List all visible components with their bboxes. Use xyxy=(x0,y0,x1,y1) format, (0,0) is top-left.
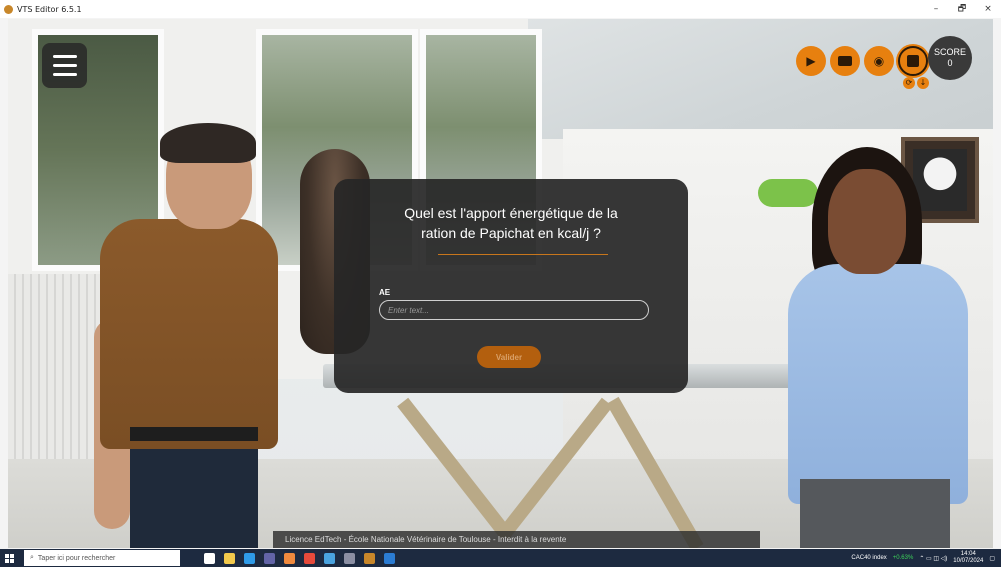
window-title: VTS Editor 6.5.1 xyxy=(17,4,82,14)
system-tray: CAC40 index +0.63% ⌃ ▭ ◫ ◁) 14:04 10/07/… xyxy=(851,549,995,567)
woman-character xyxy=(788,264,968,504)
man-character xyxy=(100,219,278,449)
score-label: SCORE xyxy=(933,47,966,57)
mini-controls: ⟳ ↓ xyxy=(903,77,929,89)
simulation-scene: ▶ ◉ ⟳ ↓ SCORE 0 Quel est l'apport énergé… xyxy=(8,19,993,548)
camera-icon: ◉ xyxy=(873,54,885,68)
app-logo-icon xyxy=(4,4,13,14)
score-badge: SCORE 0 xyxy=(928,36,972,80)
task-view-icon[interactable] xyxy=(204,552,215,564)
minimize-button[interactable]: – xyxy=(923,0,949,18)
notifications-icon[interactable]: ▢ xyxy=(989,555,995,562)
search-icon: ⌕ xyxy=(30,554,34,561)
question-text: Quel est l'apport énergétique de la rati… xyxy=(334,203,688,243)
wall-sticker xyxy=(758,179,818,207)
question-line-1: Quel est l'apport énergétique de la xyxy=(404,205,618,221)
chrome-icon[interactable] xyxy=(304,552,315,564)
clock-time: 14:04 xyxy=(960,551,976,557)
woman-head xyxy=(828,169,906,274)
answer-input[interactable] xyxy=(379,300,649,320)
video-camera-icon: ▶ xyxy=(806,54,816,68)
woman-skirt xyxy=(800,479,950,548)
camera-button[interactable]: ◉ xyxy=(864,46,894,76)
clock[interactable]: 14:04 10/07/2024 xyxy=(953,551,983,565)
rotate-icon: ⟳ xyxy=(905,78,913,87)
close-button[interactable]: × xyxy=(975,0,1001,18)
clock-date: 10/07/2024 xyxy=(953,558,984,564)
pinned-apps xyxy=(204,552,395,564)
man-belt xyxy=(130,427,258,441)
question-dialog: Quel est l'apport énergétique de la rati… xyxy=(334,179,688,393)
taskbar-search-placeholder: Taper ici pour rechercher xyxy=(37,554,116,562)
tool-icon[interactable] xyxy=(344,552,355,564)
stock-change: +0.63% xyxy=(892,555,914,561)
question-line-2: ration de Papichat en kcal/j ? xyxy=(421,225,601,241)
tray-icons[interactable]: ⌃ ▭ ◫ ◁) xyxy=(919,555,947,562)
stop-button[interactable] xyxy=(898,46,928,76)
title-divider xyxy=(438,254,608,255)
man-hair xyxy=(160,123,256,163)
vts-icon[interactable] xyxy=(364,552,375,564)
hamburger-icon xyxy=(52,55,77,58)
maximize-button[interactable]: 🗗 xyxy=(949,0,975,18)
score-value: 0 xyxy=(947,58,953,68)
stock-label: CAC40 index xyxy=(851,555,887,561)
window-titlebar: VTS Editor 6.5.1 – 🗗 × xyxy=(0,0,1001,18)
start-button[interactable] xyxy=(0,549,18,567)
edge-icon[interactable] xyxy=(244,552,255,564)
media-controls: ▶ ◉ xyxy=(796,46,928,76)
os-taskbar: ⌕ Taper ici pour rechercher CAC40 index … xyxy=(0,549,1001,567)
video-camera-button[interactable]: ▶ xyxy=(796,46,826,76)
stop-icon xyxy=(907,55,919,67)
teams-icon[interactable] xyxy=(264,552,275,564)
menu-button[interactable] xyxy=(42,43,87,88)
taskbar-search[interactable]: ⌕ Taper ici pour rechercher xyxy=(24,550,180,566)
arrow-down-button[interactable]: ↓ xyxy=(917,77,929,89)
monitor-icon xyxy=(838,56,852,66)
file-explorer-icon[interactable] xyxy=(224,552,235,564)
window-controls: – 🗗 × xyxy=(923,0,1001,18)
licence-notice: Licence EdTech - École Nationale Vétérin… xyxy=(273,531,760,548)
word-icon[interactable] xyxy=(384,552,395,564)
display-button[interactable] xyxy=(830,46,860,76)
app-icon[interactable] xyxy=(324,552,335,564)
man-legs xyxy=(130,439,258,548)
rotate-button[interactable]: ⟳ xyxy=(903,77,915,89)
validate-button[interactable]: Valider xyxy=(477,346,541,368)
paint-icon[interactable] xyxy=(284,552,295,564)
windows-logo-icon xyxy=(4,553,14,563)
arrow-down-icon: ↓ xyxy=(919,78,927,87)
answer-field-label: AE xyxy=(379,288,391,297)
